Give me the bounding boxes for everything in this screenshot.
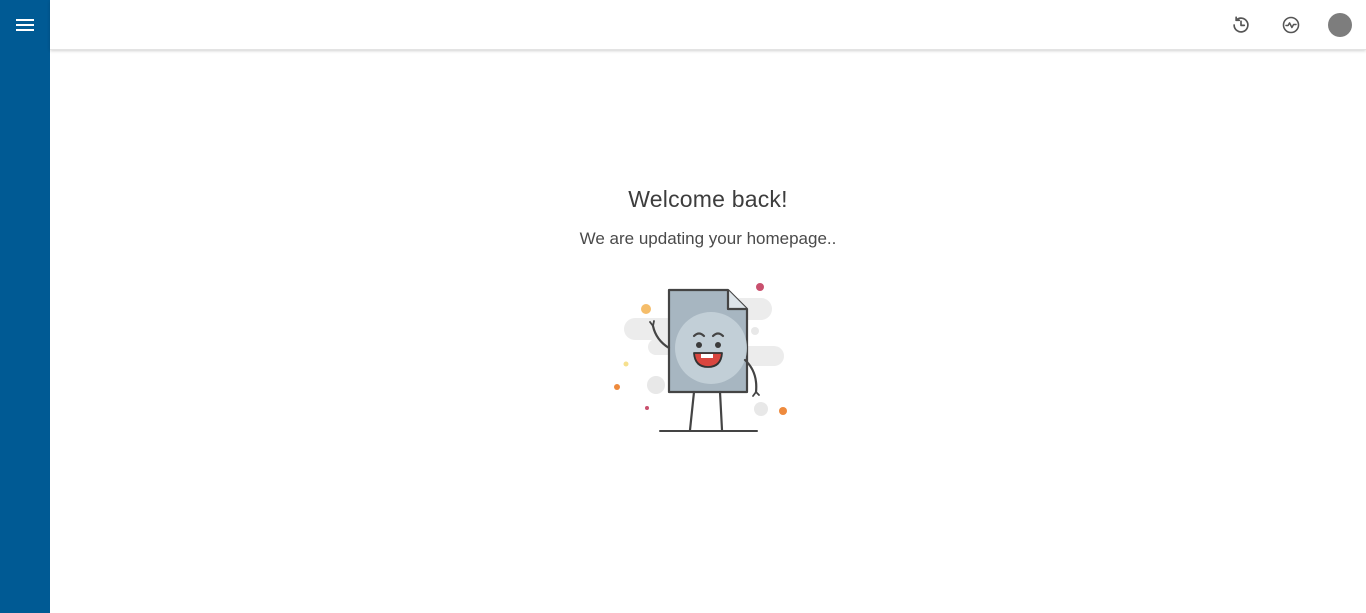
- hamburger-menu-icon: [16, 19, 34, 31]
- menu-button[interactable]: [0, 0, 50, 50]
- welcome-title: Welcome back!: [628, 186, 788, 212]
- user-avatar[interactable]: [1328, 13, 1352, 37]
- history-icon: [1233, 16, 1249, 33]
- sidebar: [0, 0, 50, 613]
- activity-button[interactable]: [1279, 13, 1303, 37]
- top-bar: [50, 0, 1366, 50]
- history-button[interactable]: [1229, 13, 1253, 37]
- main-content: Welcome back! We are updating your homep…: [50, 50, 1366, 613]
- document-mascot-illustration: [614, 283, 787, 432]
- welcome-subtitle: We are updating your homepage..: [579, 229, 837, 248]
- activity-icon: [1282, 16, 1300, 34]
